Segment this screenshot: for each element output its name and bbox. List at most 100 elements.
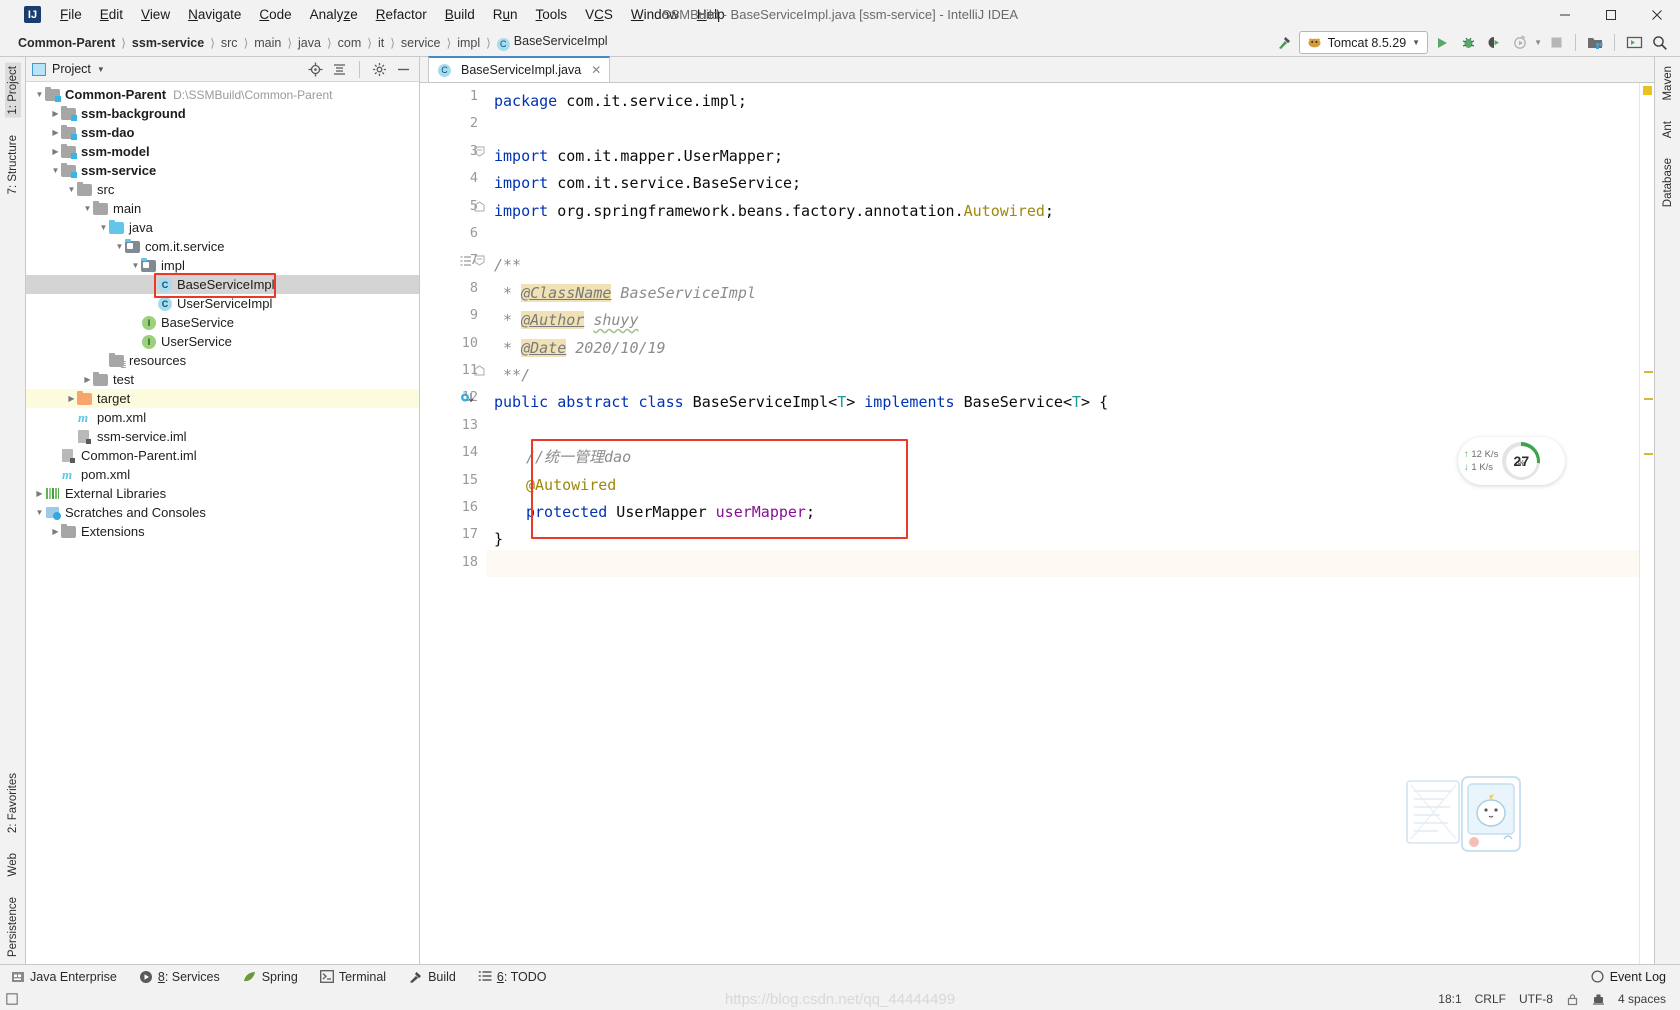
settings-gear-icon[interactable] bbox=[370, 60, 389, 79]
tool-button-todo[interactable]: 6: TODO bbox=[467, 970, 558, 984]
tool-button-services[interactable]: 8: Services bbox=[128, 970, 231, 984]
menu-code[interactable]: Code bbox=[250, 5, 300, 24]
tab-baseserviceimpl-java[interactable]: C BaseServiceImpl.java ✕ bbox=[428, 56, 611, 82]
tree-expander-icon[interactable]: ▶ bbox=[50, 147, 61, 156]
implemented-method-marker-icon[interactable] bbox=[460, 392, 476, 404]
locate-icon[interactable] bbox=[306, 60, 325, 79]
breadcrumb-item-3[interactable]: main bbox=[250, 35, 285, 51]
tree-node-com-it-service[interactable]: ▼ com.it.service bbox=[26, 237, 419, 256]
event-log-button[interactable]: Event Log bbox=[1591, 970, 1680, 984]
run-with-coverage-icon[interactable] bbox=[1482, 32, 1506, 54]
menu-window[interactable]: Window bbox=[622, 5, 688, 24]
sidebar-item-ant[interactable]: Ant bbox=[1660, 118, 1676, 141]
minimize-button[interactable] bbox=[1542, 0, 1588, 29]
menu-run[interactable]: Run bbox=[484, 5, 527, 24]
breadcrumb-item-0[interactable]: Common-Parent bbox=[14, 35, 119, 51]
code-fold-start-icon[interactable] bbox=[474, 255, 485, 266]
status-bar-toggle[interactable] bbox=[0, 993, 24, 1005]
tree-expander-icon[interactable]: ▼ bbox=[82, 204, 93, 213]
debug-icon[interactable] bbox=[1456, 32, 1480, 54]
tree-node-scratches-and-consoles[interactable]: ▼ Scratches and Consoles bbox=[26, 503, 419, 522]
tree-node-ssm-background[interactable]: ▶ ssm-background bbox=[26, 104, 419, 123]
tree-expander-icon[interactable]: ▼ bbox=[66, 185, 77, 194]
tool-button-java-enterprise[interactable]: Java Enterprise bbox=[0, 970, 128, 984]
tree-node-test[interactable]: ▶ test bbox=[26, 370, 419, 389]
tree-node-common-parent-iml[interactable]: Common-Parent.iml bbox=[26, 446, 419, 465]
tree-expander-icon[interactable]: ▶ bbox=[50, 109, 61, 118]
menu-build[interactable]: Build bbox=[436, 5, 484, 24]
sidebar-item-project[interactable]: 1: Project bbox=[4, 63, 21, 118]
tree-node-baseservice[interactable]: I BaseService bbox=[26, 313, 419, 332]
tree-node-main[interactable]: ▼ main bbox=[26, 199, 419, 218]
tool-button-build[interactable]: Build bbox=[397, 970, 467, 984]
tree-node-ssm-model[interactable]: ▶ ssm-model bbox=[26, 142, 419, 161]
menu-edit[interactable]: Edit bbox=[91, 5, 132, 24]
tree-node-external-libraries[interactable]: ▶ External Libraries bbox=[26, 484, 419, 503]
tree-node-src[interactable]: ▼ src bbox=[26, 180, 419, 199]
breadcrumb-item-8[interactable]: impl bbox=[453, 35, 484, 51]
sidebar-item-structure[interactable]: 7: Structure bbox=[5, 132, 21, 197]
tree-node-java[interactable]: ▼ java bbox=[26, 218, 419, 237]
tool-button-spring[interactable]: Spring bbox=[231, 970, 309, 984]
make-project-icon[interactable] bbox=[1583, 32, 1607, 54]
sidebar-item-web[interactable]: Web bbox=[5, 850, 21, 879]
maximize-button[interactable] bbox=[1588, 0, 1634, 29]
collapse-all-icon[interactable] bbox=[330, 60, 349, 79]
tree-expander-icon[interactable]: ▶ bbox=[66, 394, 77, 403]
tree-node-common-parent[interactable]: ▼ Common-Parent D:\SSMBuild\Common-Parent bbox=[26, 85, 419, 104]
close-button[interactable] bbox=[1634, 0, 1680, 29]
tree-node-baseserviceimpl[interactable]: C BaseServiceImpl bbox=[26, 275, 419, 294]
tree-expander-icon[interactable]: ▼ bbox=[130, 261, 141, 270]
tree-node-extensions[interactable]: ▶ Extensions bbox=[26, 522, 419, 541]
breadcrumb-item-9[interactable]: C BaseServiceImpl bbox=[493, 33, 612, 52]
memory-network-indicator[interactable]: ↑ 12 K/s ↓ 1 K/s 27% bbox=[1458, 437, 1565, 485]
menu-navigate[interactable]: Navigate bbox=[179, 5, 250, 24]
tree-expander-icon[interactable]: ▶ bbox=[34, 489, 45, 498]
run-configuration-selector[interactable]: Tomcat 8.5.29 ▼ bbox=[1298, 31, 1429, 54]
indent-setting[interactable]: 4 spaces bbox=[1618, 992, 1666, 1006]
sidebar-item-database[interactable]: Database bbox=[1660, 155, 1676, 210]
code-editor[interactable]: 1 2 3 4 5 6 7 8 9 10 11 12 13 14 15 16 17 18 package com.… bbox=[420, 83, 1654, 964]
code-fold-start-icon[interactable] bbox=[474, 146, 485, 157]
breadcrumb-item-6[interactable]: it bbox=[374, 35, 388, 51]
breadcrumb-item-4[interactable]: java bbox=[294, 35, 325, 51]
tree-expander-icon[interactable]: ▶ bbox=[82, 375, 93, 384]
sidebar-item-persistence[interactable]: Persistence bbox=[5, 894, 21, 960]
tree-node-ssm-service-iml[interactable]: ssm-service.iml bbox=[26, 427, 419, 446]
read-only-lock-icon[interactable] bbox=[1566, 993, 1579, 1006]
tree-node-target[interactable]: ▶ target bbox=[26, 389, 419, 408]
project-tree[interactable]: ▼ Common-Parent D:\SSMBuild\Common-Parent ▶… bbox=[26, 82, 419, 964]
breadcrumb-item-7[interactable]: service bbox=[397, 35, 445, 51]
update-project-icon[interactable] bbox=[1622, 32, 1646, 54]
breadcrumb-item-2[interactable]: src bbox=[217, 35, 242, 51]
tree-node-pom-xml[interactable]: m pom.xml bbox=[26, 465, 419, 484]
menu-file[interactable]: File bbox=[51, 5, 91, 24]
tree-expander-icon[interactable]: ▼ bbox=[34, 90, 45, 99]
sidebar-item-maven[interactable]: Maven bbox=[1660, 63, 1676, 104]
file-encoding[interactable]: UTF-8 bbox=[1519, 992, 1553, 1006]
menu-view[interactable]: View bbox=[132, 5, 179, 24]
tree-node-userservice[interactable]: I UserService bbox=[26, 332, 419, 351]
breadcrumb-item-1[interactable]: ssm-service bbox=[128, 35, 208, 51]
git-branch-icon[interactable] bbox=[1592, 993, 1605, 1006]
tool-button-terminal[interactable]: Terminal bbox=[309, 970, 397, 984]
menu-analyze[interactable]: Analyze bbox=[301, 5, 367, 24]
caret-position[interactable]: 18:1 bbox=[1438, 992, 1461, 1006]
profiler-icon[interactable] bbox=[1508, 32, 1532, 54]
breadcrumb-item-5[interactable]: com bbox=[334, 35, 366, 51]
tree-node-pom-xml[interactable]: m pom.xml bbox=[26, 408, 419, 427]
error-stripe-marker-bar[interactable] bbox=[1639, 83, 1654, 964]
line-separator[interactable]: CRLF bbox=[1475, 992, 1506, 1006]
chevron-down-icon[interactable]: ▼ bbox=[97, 65, 105, 74]
profiler-dropdown-icon[interactable]: ▼ bbox=[1534, 38, 1542, 47]
menu-refactor[interactable]: Refactor bbox=[367, 5, 436, 24]
tree-expander-icon[interactable]: ▼ bbox=[114, 242, 125, 251]
menu-help[interactable]: Help bbox=[688, 5, 734, 24]
project-panel-title[interactable]: Project ▼ bbox=[32, 62, 105, 76]
hide-icon[interactable] bbox=[394, 60, 413, 79]
code-fold-end-icon[interactable] bbox=[474, 365, 485, 376]
tree-expander-icon[interactable]: ▼ bbox=[50, 166, 61, 175]
menu-vcs[interactable]: VCS bbox=[576, 5, 622, 24]
tree-expander-icon[interactable]: ▶ bbox=[50, 128, 61, 137]
code-fold-end-icon[interactable] bbox=[474, 200, 485, 212]
